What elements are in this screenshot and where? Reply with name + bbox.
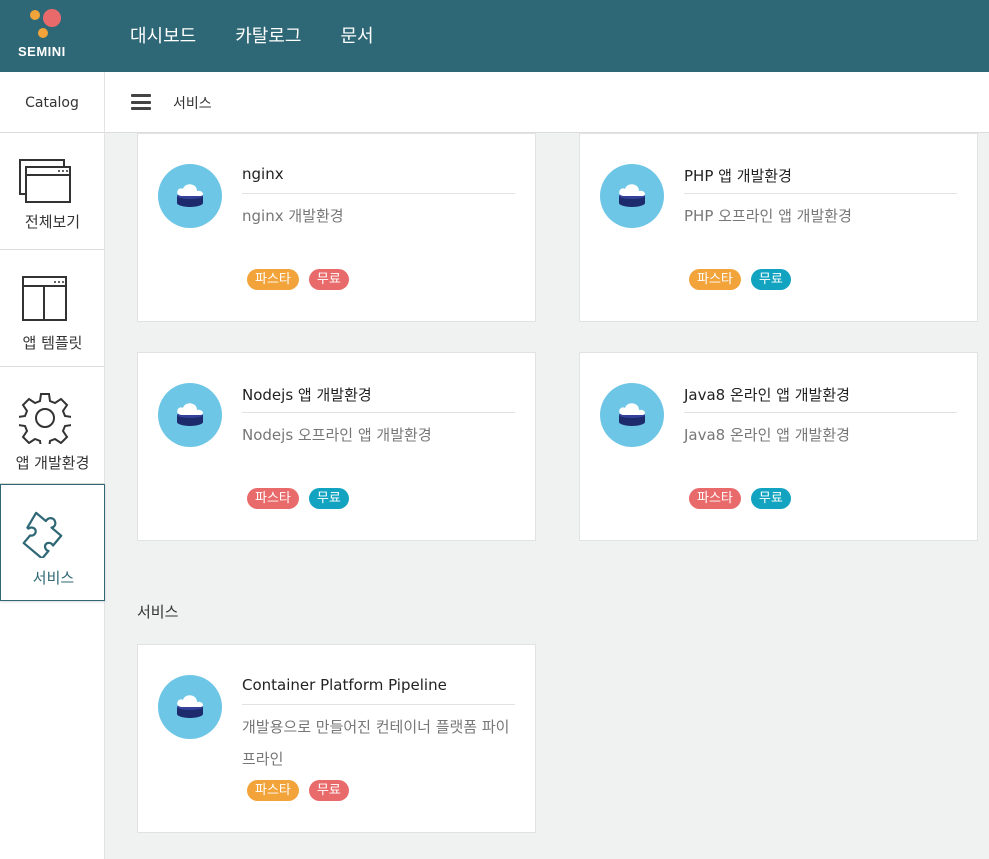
badge-free: 무료 bbox=[308, 780, 349, 801]
card-title: Container Platform Pipeline bbox=[242, 676, 447, 694]
section-title: 서비스 bbox=[137, 603, 179, 621]
badge-paasta: 파스타 bbox=[689, 488, 741, 509]
card-description: 개발용으로 만들어진 컨테이너 플랫폼 파이프라인 bbox=[242, 718, 510, 768]
service-card[interactable]: Container Platform Pipeline 개발용으로 만들어진 컨… bbox=[137, 644, 536, 833]
sidebar-item-app-template[interactable]: 앱 템플릿 bbox=[0, 250, 105, 367]
badge-free: 무료 bbox=[750, 488, 791, 509]
service-avatar bbox=[600, 383, 664, 447]
nav-docs[interactable]: 문서 bbox=[341, 22, 374, 48]
sidebar-item-label: 전체보기 bbox=[24, 213, 81, 231]
card-description: PHP 오프라인 앱 개발환경 bbox=[684, 207, 852, 225]
badge-paasta: 파스타 bbox=[247, 488, 299, 509]
card-title: Java8 온라인 앱 개발환경 bbox=[684, 386, 850, 404]
gear-icon bbox=[19, 393, 71, 444]
card-divider bbox=[242, 193, 515, 194]
card-description: Java8 온라인 앱 개발환경 bbox=[684, 426, 850, 444]
service-card[interactable]: PHP 앱 개발환경 PHP 오프라인 앱 개발환경 파스타 무료 bbox=[579, 133, 978, 322]
top-header: SEMINI 대시보드 카탈로그 문서 bbox=[0, 0, 989, 72]
sidebar-item-label: 앱 템플릿 bbox=[22, 334, 83, 352]
card-badges: 파스타 무료 bbox=[247, 488, 349, 509]
card-badges: 파스타 무료 bbox=[247, 269, 349, 290]
sidebar-item-all-view[interactable]: 전체보기 bbox=[0, 133, 105, 250]
card-title: nginx bbox=[242, 165, 284, 183]
puzzle-icon bbox=[22, 511, 63, 558]
sub-header: Catalog 서비스 bbox=[0, 72, 989, 133]
card-badges: 파스타 무료 bbox=[689, 269, 791, 290]
cloud-database-icon bbox=[177, 184, 203, 207]
badge-paasta: 파스타 bbox=[247, 780, 299, 801]
card-badges: 파스타 무료 bbox=[689, 488, 791, 509]
card-title: Nodejs 앱 개발환경 bbox=[242, 386, 372, 404]
app-template-icon bbox=[22, 276, 67, 321]
card-divider bbox=[242, 412, 515, 413]
cloud-database-icon bbox=[619, 403, 645, 426]
catalog-label: Catalog bbox=[0, 72, 105, 133]
badge-paasta: 파스타 bbox=[689, 269, 741, 290]
sidebar-item-app-dev-env[interactable]: 앱 개발환경 bbox=[0, 367, 105, 484]
card-divider bbox=[684, 412, 957, 413]
menu-toggle-icon[interactable] bbox=[131, 94, 151, 110]
service-avatar bbox=[158, 675, 222, 739]
badge-free: 무료 bbox=[308, 488, 349, 509]
card-badges: 파스타 무료 bbox=[247, 780, 349, 801]
cloud-database-icon bbox=[177, 403, 203, 426]
nav-catalog[interactable]: 카탈로그 bbox=[235, 22, 301, 48]
top-nav: 대시보드 카탈로그 문서 bbox=[130, 22, 374, 48]
brand-name: SEMINI bbox=[18, 44, 66, 59]
card-description: nginx 개발환경 bbox=[242, 207, 344, 225]
badge-free: 무료 bbox=[750, 269, 791, 290]
logo-mark-icon bbox=[30, 9, 61, 38]
all-view-icon bbox=[19, 159, 71, 203]
brand-logo[interactable]: SEMINI bbox=[0, 0, 90, 72]
cloud-database-icon bbox=[177, 695, 203, 718]
sidebar-item-service[interactable]: 서비스 bbox=[0, 484, 105, 601]
sidebar-item-label: 서비스 bbox=[32, 569, 75, 587]
service-avatar bbox=[158, 164, 222, 228]
card-divider bbox=[242, 704, 515, 705]
card-description: Nodejs 오프라인 앱 개발환경 bbox=[242, 426, 432, 444]
badge-paasta: 파스타 bbox=[247, 269, 299, 290]
sidebar-item-label: 앱 개발환경 bbox=[15, 454, 90, 472]
sidebar: 전체보기 앱 템플릿 앱 개발환경 서비스 bbox=[0, 133, 105, 859]
card-divider bbox=[684, 193, 957, 194]
card-title: PHP 앱 개발환경 bbox=[684, 167, 792, 185]
service-card[interactable]: nginx nginx 개발환경 파스타 무료 bbox=[137, 133, 536, 322]
badge-free: 무료 bbox=[308, 269, 349, 290]
cloud-database-icon bbox=[619, 184, 645, 207]
service-card[interactable]: Java8 온라인 앱 개발환경 Java8 온라인 앱 개발환경 파스타 무료 bbox=[579, 352, 978, 541]
service-avatar bbox=[600, 164, 664, 228]
service-card[interactable]: Nodejs 앱 개발환경 Nodejs 오프라인 앱 개발환경 파스타 무료 bbox=[137, 352, 536, 541]
page-title: 서비스 bbox=[173, 96, 212, 112]
nav-dashboard[interactable]: 대시보드 bbox=[130, 22, 196, 48]
service-avatar bbox=[158, 383, 222, 447]
